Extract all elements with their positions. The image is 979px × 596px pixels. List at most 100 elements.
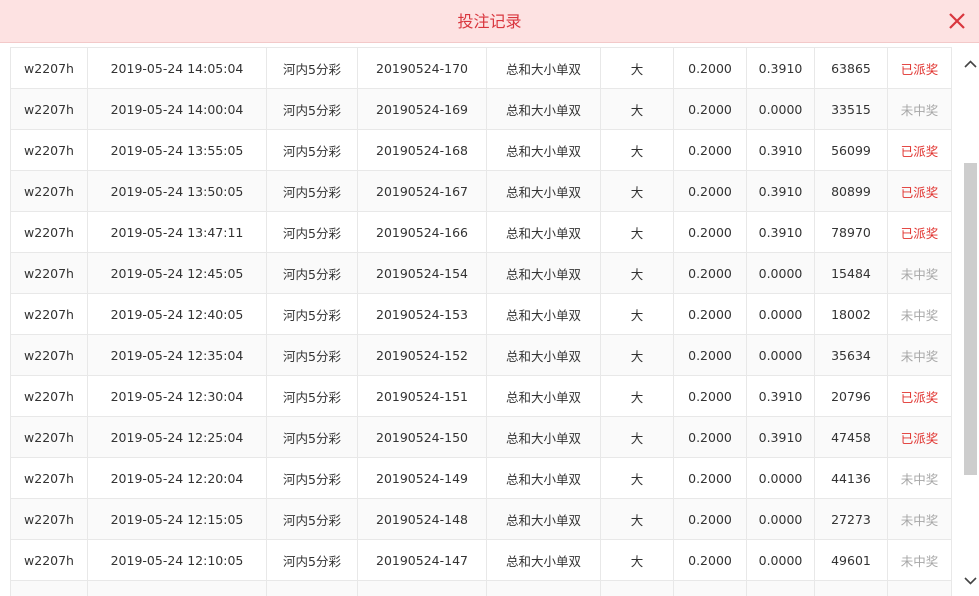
username-cell: w2207h bbox=[10, 47, 88, 89]
lottery-name-cell: 河内5分彩 bbox=[266, 129, 358, 171]
bet-amount-cell: 0.2000 bbox=[673, 539, 747, 581]
username-cell: w2207h bbox=[10, 539, 88, 581]
lottery-name-cell: 河内5分彩 bbox=[266, 252, 358, 294]
bet-content-cell: 大 bbox=[600, 539, 674, 581]
bonus-cell: 0.3910 bbox=[746, 580, 815, 596]
bet-amount-cell: 0.2000 bbox=[673, 293, 747, 335]
status-cell: 已派奖 bbox=[887, 375, 952, 417]
bet-amount-cell: 0.2000 bbox=[673, 457, 747, 499]
table-row: w2207h 2019-05-24 12:15:05 河内5分彩 20190524-1… bbox=[10, 498, 952, 540]
result-number-cell: 44136 bbox=[814, 457, 888, 499]
bet-amount-cell: 0.2000 bbox=[673, 580, 747, 596]
result-number-cell: 20796 bbox=[814, 375, 888, 417]
username-cell: w2207h bbox=[10, 375, 88, 417]
bet-content-cell: 大 bbox=[600, 457, 674, 499]
username-cell: w2207h bbox=[10, 580, 88, 596]
bet-amount-cell: 0.2000 bbox=[673, 170, 747, 212]
bet-content-cell: 大 bbox=[600, 47, 674, 89]
bet-amount-cell: 0.2000 bbox=[673, 498, 747, 540]
dialog-title: 投注记录 bbox=[457, 12, 522, 31]
play-type-cell: 总和大小单双 bbox=[486, 170, 601, 212]
lottery-name-cell: 河内5分彩 bbox=[266, 498, 358, 540]
bet-time-cell: 2019-05-24 12:05:05 bbox=[87, 580, 267, 596]
username-cell: w2207h bbox=[10, 334, 88, 376]
scrollbar-thumb[interactable] bbox=[964, 163, 977, 475]
status-cell: 已派奖 bbox=[887, 47, 952, 89]
bet-amount-cell: 0.2000 bbox=[673, 334, 747, 376]
dialog-header: 投注记录 bbox=[0, 0, 979, 43]
play-type-cell: 总和大小单双 bbox=[486, 334, 601, 376]
result-number-cell: 63865 bbox=[814, 47, 888, 89]
bonus-cell: 0.3910 bbox=[746, 211, 815, 253]
close-icon[interactable] bbox=[947, 11, 967, 31]
bet-records-table: w2207h 2019-05-24 14:05:04 河内5分彩 20190524-1… bbox=[10, 47, 952, 596]
username-cell: w2207h bbox=[10, 498, 88, 540]
bet-time-cell: 2019-05-24 12:45:05 bbox=[87, 252, 267, 294]
issue-number-cell: 20190524-154 bbox=[357, 252, 487, 294]
issue-number-cell: 20190524-151 bbox=[357, 375, 487, 417]
table-row: w2207h 2019-05-24 12:20:04 河内5分彩 20190524-1… bbox=[10, 457, 952, 499]
username-cell: w2207h bbox=[10, 416, 88, 458]
bonus-cell: 0.0000 bbox=[746, 539, 815, 581]
chevron-up-icon[interactable] bbox=[962, 56, 979, 73]
lottery-name-cell: 河内5分彩 bbox=[266, 211, 358, 253]
bet-content-cell: 大 bbox=[600, 498, 674, 540]
bet-content-cell: 大 bbox=[600, 334, 674, 376]
table-row: w2207h 2019-05-24 13:55:05 河内5分彩 20190524-1… bbox=[10, 129, 952, 171]
status-cell: 未中奖 bbox=[887, 498, 952, 540]
bet-amount-cell: 0.2000 bbox=[673, 47, 747, 89]
result-number-cell: 56099 bbox=[814, 129, 888, 171]
result-number-cell: 35634 bbox=[814, 334, 888, 376]
table-row: w2207h 2019-05-24 12:30:04 河内5分彩 20190524-1… bbox=[10, 375, 952, 417]
bonus-cell: 0.0000 bbox=[746, 334, 815, 376]
bet-amount-cell: 0.2000 bbox=[673, 88, 747, 130]
table-row: w2207h2019-05-24 12:05:05河内5分彩20190524-1… bbox=[10, 580, 952, 596]
bet-amount-cell: 0.2000 bbox=[673, 416, 747, 458]
issue-number-cell: 20190524-153 bbox=[357, 293, 487, 335]
bet-amount-cell: 0.2000 bbox=[673, 211, 747, 253]
table-row: w2207h 2019-05-24 14:00:04 河内5分彩 20190524-1… bbox=[10, 88, 952, 130]
bet-time-cell: 2019-05-24 12:35:04 bbox=[87, 334, 267, 376]
bet-time-cell: 2019-05-24 13:47:11 bbox=[87, 211, 267, 253]
table-row: w2207h 2019-05-24 12:40:05 河内5分彩 20190524-1… bbox=[10, 293, 952, 335]
status-cell: 已派奖 bbox=[887, 416, 952, 458]
issue-number-cell: 20190524-150 bbox=[357, 416, 487, 458]
vertical-scrollbar[interactable] bbox=[962, 43, 979, 596]
status-cell: 已派奖 bbox=[887, 580, 952, 596]
username-cell: w2207h bbox=[10, 252, 88, 294]
lottery-name-cell: 河内5分彩 bbox=[266, 334, 358, 376]
lottery-name-cell: 河内5分彩 bbox=[266, 375, 358, 417]
play-type-cell: 总和大小单双 bbox=[486, 211, 601, 253]
lottery-name-cell: 河内5分彩 bbox=[266, 170, 358, 212]
issue-number-cell: 20190524-148 bbox=[357, 498, 487, 540]
bonus-cell: 0.0000 bbox=[746, 498, 815, 540]
table-row: w2207h 2019-05-24 13:47:11 河内5分彩 20190524-1… bbox=[10, 211, 952, 253]
lottery-name-cell: 河内5分彩 bbox=[266, 539, 358, 581]
username-cell: w2207h bbox=[10, 170, 88, 212]
table-row: w2207h 2019-05-24 12:35:04 河内5分彩 20190524-1… bbox=[10, 334, 952, 376]
username-cell: w2207h bbox=[10, 129, 88, 171]
status-cell: 未中奖 bbox=[887, 252, 952, 294]
status-cell: 已派奖 bbox=[887, 211, 952, 253]
issue-number-cell: 20190524-168 bbox=[357, 129, 487, 171]
bonus-cell: 0.3910 bbox=[746, 47, 815, 89]
status-cell: 未中奖 bbox=[887, 334, 952, 376]
bonus-cell: 0.0000 bbox=[746, 293, 815, 335]
bet-content-cell: 大 bbox=[600, 211, 674, 253]
bonus-cell: 0.3910 bbox=[746, 416, 815, 458]
play-type-cell: 总和大小单双 bbox=[486, 375, 601, 417]
play-type-cell: 总和大小单双 bbox=[486, 88, 601, 130]
table-body: w2207h 2019-05-24 14:05:04 河内5分彩 20190524-1… bbox=[10, 47, 952, 596]
bet-content-cell: 大 bbox=[600, 580, 674, 596]
bet-time-cell: 2019-05-24 12:10:05 bbox=[87, 539, 267, 581]
bonus-cell: 0.0000 bbox=[746, 252, 815, 294]
issue-number-cell: 20190524-149 bbox=[357, 457, 487, 499]
result-number-cell: 78970 bbox=[814, 211, 888, 253]
result-number-cell: 18002 bbox=[814, 293, 888, 335]
result-number-cell: 47458 bbox=[814, 416, 888, 458]
chevron-down-icon[interactable] bbox=[962, 572, 979, 589]
status-cell: 未中奖 bbox=[887, 293, 952, 335]
lottery-name-cell: 河内5分彩 bbox=[266, 88, 358, 130]
result-number-cell: 15484 bbox=[814, 252, 888, 294]
lottery-name-cell: 河内5分彩 bbox=[266, 457, 358, 499]
